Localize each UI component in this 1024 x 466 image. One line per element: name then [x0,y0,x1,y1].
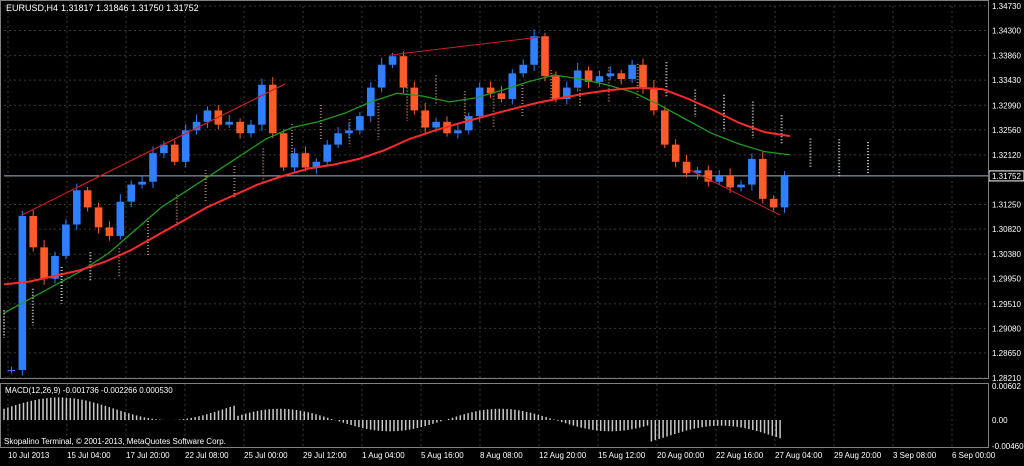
macd-tick: 0.00 [992,416,1008,425]
candle-body [464,116,473,131]
candle-body [72,190,81,225]
candle-body [682,161,691,174]
candle-body [660,110,669,145]
macd-label: MACD(12,26,9) -0.001736 -0.002266 0.0005… [5,386,173,395]
price-tick: 1.31250 [992,201,1021,210]
candle-body [258,84,266,125]
candle-body [83,190,92,208]
price-tick: 1.33430 [992,76,1021,85]
candle-body [671,144,680,162]
candle-body [497,93,506,99]
candle-body [29,215,38,248]
time-tick: 5 Aug 16:00 [421,451,464,460]
time-tick: 1 Aug 04:00 [362,451,405,460]
macd-tick: -0.00460 [992,442,1024,451]
macd-tick: 0.00602 [992,382,1021,391]
candle-body [715,176,724,182]
price-tick: 1.32560 [992,126,1021,135]
candle-body [475,87,484,117]
symbol-label: EURUSD,H4 [6,3,58,13]
candle-body [606,73,615,77]
candle-body [639,64,647,88]
candle-body [726,176,734,188]
price-tick: 1.30380 [992,250,1021,259]
time-tick: 27 Aug 04:00 [775,451,823,460]
candle-body [40,247,48,279]
candle-body [7,370,16,372]
candle-body [748,158,756,185]
candle-body [356,116,364,131]
price-tick: 1.28650 [992,349,1021,358]
candle-body [650,87,658,111]
candle-body [301,153,310,168]
ohlc-label: 1.31817 1.31846 1.31750 1.31752 [61,3,199,13]
candle-body [769,198,778,208]
candle-body [290,153,299,168]
candle-body [628,64,636,80]
candle-body [225,121,234,125]
time-tick: 10 Jul 2013 [8,451,50,460]
candle-body [127,184,136,202]
price-tick: 1.32990 [992,101,1021,110]
candle-body [432,121,440,128]
time-tick: 20 Aug 00:00 [657,451,705,460]
candle-body [421,110,430,128]
time-axis: 10 Jul 2013 15 Jul 04:00 17 Jul 20:00 22 Ju… [8,451,996,460]
time-tick: 25 Jul 00:00 [244,451,288,460]
candle-body [18,215,27,371]
price-tick: 1.34300 [992,27,1021,36]
candle-body [410,87,419,111]
candle-body [758,158,767,199]
price-tick: 1.30820 [992,225,1021,234]
price-tick: 1.29950 [992,275,1021,284]
price-tick: 1.29080 [992,324,1021,333]
chart-canvas[interactable]: 1.34730 1.34300 1.33860 1.33430 1.32990 1.325… [0,0,1024,462]
mt4-chart-window[interactable]: 1.34730 1.34300 1.33860 1.33430 1.32990 1.325… [0,0,1024,462]
time-tick: 15 Jul 04:00 [67,451,111,460]
candle-body [170,144,179,162]
price-tick: 1.32120 [992,151,1021,160]
candle-body [399,56,408,88]
candle-body [454,130,462,134]
candle-body [268,84,277,134]
time-tick: 12 Aug 20:00 [539,451,587,460]
candle-body [541,36,549,77]
time-tick: 17 Jul 20:00 [126,451,170,460]
candle-body [552,76,560,99]
price-tick: 1.34730 [992,2,1021,11]
candle-body [323,144,332,162]
time-tick: 29 Aug 20:00 [834,451,882,460]
time-tick: 3 Sep 08:00 [893,451,937,460]
candle-body [247,124,255,134]
candle-body [595,76,604,82]
time-tick: 22 Aug 16:00 [716,451,764,460]
candle-body [94,207,103,228]
candle-body [149,153,157,182]
candle-body [617,73,626,80]
candle-body [388,56,397,65]
candle-body [105,227,114,236]
time-tick: 8 Aug 08:00 [480,451,523,460]
candle-body [236,121,244,134]
time-tick: 29 Jul 12:00 [303,451,347,460]
candle-body [377,64,386,88]
candle-body [519,64,528,74]
candle-body [530,36,538,65]
current-price-tick: 1.31752 [992,172,1021,181]
candle-body [737,184,745,188]
price-tick: 1.29510 [992,300,1021,309]
price-tick: 1.33860 [992,52,1021,61]
candle-body [780,176,789,208]
time-tick: 22 Jul 08:00 [185,451,229,460]
candle-body [138,181,146,185]
time-tick: 15 Aug 12:00 [598,451,646,460]
candle-body [345,130,353,134]
candle-body [279,133,288,168]
candle-body [116,201,125,236]
copyright-footer: Skopalino Terminal, © 2001-2013, MetaQuo… [4,437,226,446]
candle-body [62,224,70,256]
candle-body [203,110,212,122]
candle-body [334,133,342,145]
time-tick: 6 Sep 00:00 [952,451,996,460]
